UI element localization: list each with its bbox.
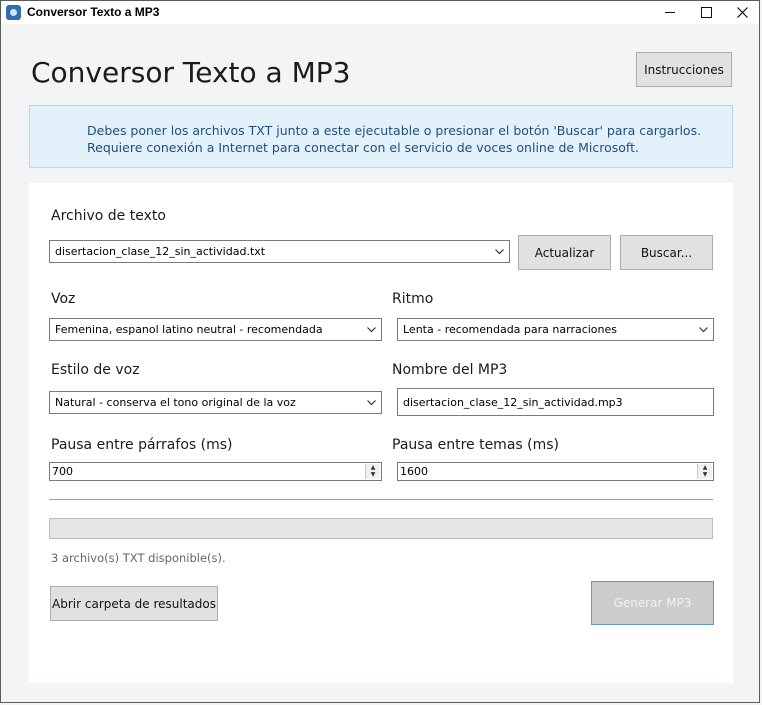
chevron-down-icon — [699, 327, 708, 333]
topic-pause-stepper[interactable]: 1600 ▲ ▼ — [397, 462, 714, 481]
page-title: Conversor Texto a MP3 — [31, 56, 351, 89]
mp3-name-input[interactable]: disertacion_clase_12_sin_actividad.mp3 — [397, 388, 714, 416]
divider — [49, 499, 713, 500]
voice-select-value: Femenina, espanol latino neutral - recom… — [55, 323, 323, 336]
rhythm-label: Ritmo — [392, 291, 434, 307]
title-bar[interactable]: Conversor Texto a MP3 — [1, 1, 759, 24]
file-label: Archivo de texto — [51, 208, 166, 224]
instructions-button[interactable]: Instrucciones — [636, 52, 732, 87]
generate-mp3-button[interactable]: Generar MP3 — [591, 581, 714, 625]
chevron-down-icon — [495, 249, 504, 255]
topic-pause-spin-buttons[interactable]: ▲ ▼ — [697, 464, 712, 479]
window-title: Conversor Texto a MP3 — [27, 5, 160, 19]
chevron-down-icon — [367, 400, 376, 406]
app-window: Conversor Texto a MP3 Conversor Texto a … — [0, 0, 760, 703]
form-panel: Archivo de texto disertacion_clase_12_si… — [29, 183, 733, 683]
paragraph-pause-stepper[interactable]: 700 ▲ ▼ — [49, 462, 382, 481]
mp3-name-label: Nombre del MP3 — [392, 362, 508, 378]
close-icon — [736, 7, 748, 18]
mp3-name-value: disertacion_clase_12_sin_actividad.mp3 — [403, 395, 623, 409]
style-select-value: Natural - conserva el tono original de l… — [55, 396, 296, 409]
status-text: 3 archivo(s) TXT disponible(s). — [51, 551, 226, 565]
spin-down-icon[interactable]: ▼ — [698, 471, 712, 479]
progress-bar — [49, 518, 713, 539]
info-text-line1: Debes poner los archivos TXT junto a est… — [87, 123, 702, 138]
minimize-button[interactable] — [653, 1, 687, 24]
topic-pause-label: Pausa entre temas (ms) — [392, 437, 559, 453]
rhythm-select[interactable]: Lenta - recomendada para narraciones — [397, 318, 714, 341]
style-select[interactable]: Natural - conserva el tono original de l… — [49, 391, 382, 414]
voice-select[interactable]: Femenina, espanol latino neutral - recom… — [49, 318, 382, 341]
file-select[interactable]: disertacion_clase_12_sin_actividad.txt — [49, 240, 510, 263]
close-button[interactable] — [725, 1, 759, 24]
paragraph-pause-value: 700 — [52, 465, 73, 478]
open-folder-button[interactable]: Abrir carpeta de resultados — [50, 586, 218, 621]
rhythm-select-value: Lenta - recomendada para narraciones — [403, 323, 618, 336]
topic-pause-value: 1600 — [400, 465, 428, 478]
file-select-value: disertacion_clase_12_sin_actividad.txt — [55, 245, 266, 258]
info-banner: Debes poner los archivos TXT junto a est… — [29, 105, 733, 168]
paragraph-pause-spin-buttons[interactable]: ▲ ▼ — [365, 464, 380, 479]
spin-down-icon[interactable]: ▼ — [366, 471, 380, 479]
paragraph-pause-label: Pausa entre párrafos (ms) — [51, 437, 233, 453]
minimize-icon — [665, 12, 675, 13]
style-label: Estilo de voz — [51, 362, 140, 378]
chevron-down-icon — [367, 327, 376, 333]
maximize-icon — [700, 7, 712, 18]
voice-label: Voz — [51, 291, 76, 307]
app-icon — [6, 5, 21, 20]
browse-button[interactable]: Buscar... — [620, 235, 713, 270]
maximize-button[interactable] — [689, 1, 723, 24]
refresh-button[interactable]: Actualizar — [518, 235, 611, 270]
info-text-line2: Requiere conexión a Internet para conect… — [87, 140, 639, 155]
